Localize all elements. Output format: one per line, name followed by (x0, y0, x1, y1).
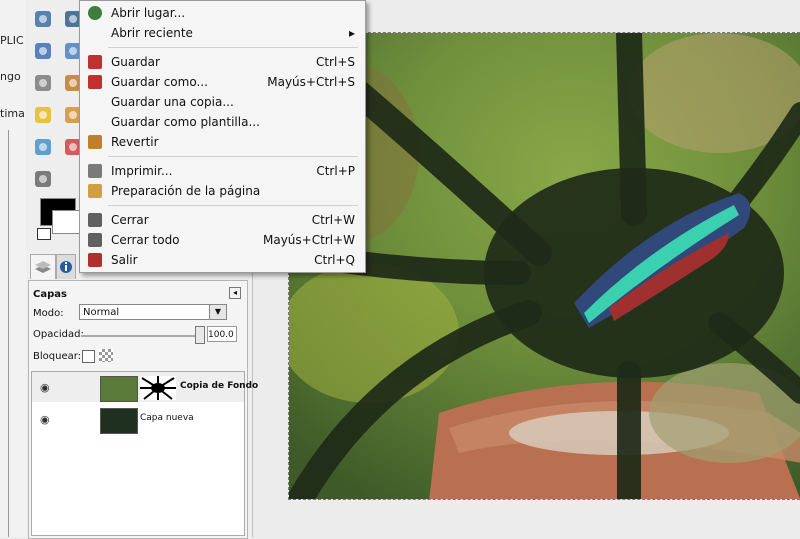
opacity-slider-handle[interactable] (195, 326, 205, 344)
clipped-text-1: PLIC (0, 34, 24, 47)
tab-layers[interactable] (30, 254, 56, 279)
heal-tool-icon (35, 107, 51, 123)
menu-item-label: Revertir (111, 135, 159, 149)
menu-item-label: Guardar como plantilla... (111, 115, 260, 129)
page-setup-icon (88, 184, 102, 198)
color-balance-tool[interactable] (32, 136, 54, 158)
opacity-slider[interactable] (81, 335, 199, 337)
left-clipped-panel: PLIC ngo tima (0, 0, 27, 537)
menu-item-cerrar-todo[interactable]: Cerrar todo Mayús+Ctrl+W (80, 230, 365, 250)
menu-item-preparacion-pagina[interactable]: Preparación de la página (80, 181, 365, 201)
menu-item-abrir-lugar[interactable]: Abrir lugar... (80, 3, 365, 23)
menu-item-label: Preparación de la página (111, 184, 261, 198)
file-menu: Abrir lugar... Abrir reciente ▸ Guardar Ctrl… (79, 0, 366, 273)
menu-item-label: Cerrar todo (111, 233, 180, 247)
panel-menu-button[interactable]: ◂ (229, 287, 241, 299)
menu-item-guardar[interactable]: Guardar Ctrl+S (80, 52, 365, 72)
clone-tool[interactable] (32, 40, 54, 62)
mode-value: Normal (83, 307, 120, 318)
blend-tool[interactable] (32, 72, 54, 94)
layer-name: Capa nueva (140, 413, 194, 423)
menu-item-abrir-reciente[interactable]: Abrir reciente ▸ (80, 23, 365, 43)
layer-list: ◉ Copia de Fondo ◉ Capa nueva (31, 371, 258, 536)
lock-label: Bloquear: (33, 351, 82, 362)
tab-info[interactable] (56, 254, 76, 279)
spiral-tool[interactable] (32, 168, 54, 190)
lock-alpha-icon[interactable] (99, 349, 113, 362)
save-icon (88, 55, 102, 69)
menu-item-cerrar[interactable]: Cerrar Ctrl+W (80, 210, 365, 230)
menu-item-label: Guardar como... (111, 75, 208, 89)
layers-icon (35, 261, 51, 273)
menu-separator (108, 205, 358, 206)
layers-dock: Capas ◂ Modo: Normal ▼ Opacidad: 100.0 B… (26, 250, 258, 539)
layer-thumbnail (100, 408, 138, 434)
heal-tool[interactable] (32, 104, 54, 126)
close-icon (88, 213, 102, 227)
menu-item-shortcut: Mayús+Ctrl+S (267, 75, 355, 89)
color-balance-tool-icon (35, 139, 51, 155)
menu-item-shortcut: Ctrl+W (311, 213, 355, 227)
menu-item-label: Abrir lugar... (111, 6, 186, 20)
menu-item-label: Salir (111, 253, 138, 267)
chevron-down-icon: ▼ (209, 305, 226, 319)
menu-item-revertir[interactable]: Revertir (80, 132, 365, 152)
panel-title: Capas (33, 289, 67, 300)
blend-tool-icon (35, 75, 51, 91)
menu-item-guardar-como[interactable]: Guardar como... Mayús+Ctrl+S (80, 72, 365, 92)
save-as-icon (88, 75, 102, 89)
layer-name: Copia de Fondo (180, 381, 259, 391)
menu-item-shortcut: Ctrl+Q (314, 253, 355, 267)
menu-item-label: Cerrar (111, 213, 149, 227)
spiral-tool-icon (35, 171, 51, 187)
layers-panel: Capas ◂ Modo: Normal ▼ Opacidad: 100.0 B… (28, 280, 258, 539)
globe-icon (88, 6, 102, 20)
lock-pixels-checkbox[interactable] (82, 350, 95, 363)
paths-tool-icon (35, 11, 51, 27)
menu-separator (108, 47, 358, 48)
menu-item-label: Abrir reciente (111, 26, 193, 40)
layer-row[interactable]: ◉ Copia de Fondo (32, 372, 258, 402)
menu-item-shortcut: Ctrl+P (316, 164, 355, 178)
spider-mask-icon (140, 376, 176, 400)
clone-tool-icon (35, 43, 51, 59)
printer-icon (88, 164, 102, 178)
menu-item-label: Guardar una copia... (111, 95, 234, 109)
layer-row[interactable]: ◉ Capa nueva (32, 404, 244, 434)
opacity-value-input[interactable]: 100.0 (207, 326, 237, 342)
clipped-text-2: ngo (0, 70, 21, 83)
menu-separator (108, 156, 358, 157)
mode-select[interactable]: Normal ▼ (79, 304, 227, 320)
menu-item-label: Imprimir... (111, 164, 173, 178)
menu-item-shortcut: Mayús+Ctrl+W (263, 233, 355, 247)
menu-item-imprimir[interactable]: Imprimir... Ctrl+P (80, 161, 365, 181)
menu-item-shortcut: Ctrl+S (315, 55, 355, 69)
close-all-icon (88, 233, 102, 247)
eye-icon[interactable]: ◉ (40, 413, 50, 426)
submenu-arrow-icon: ▸ (348, 26, 355, 40)
menu-item-label: Guardar (111, 55, 160, 69)
revert-icon (88, 135, 102, 149)
paths-tool[interactable] (32, 8, 54, 30)
mode-label: Modo: (33, 308, 64, 319)
menu-item-guardar-copia[interactable]: Guardar una copia... (80, 92, 365, 112)
panel-divider (8, 130, 9, 537)
menu-item-guardar-plantilla[interactable]: Guardar como plantilla... (80, 112, 365, 132)
background-color-swatch[interactable] (52, 210, 80, 234)
menu-item-salir[interactable]: Salir Ctrl+Q (80, 250, 365, 270)
layer-thumbnail (100, 376, 138, 402)
opacity-label: Opacidad: (33, 329, 84, 340)
eye-icon[interactable]: ◉ (40, 381, 50, 394)
quit-icon (88, 253, 102, 267)
default-colors-icon[interactable] (37, 228, 51, 240)
clipped-text-3: tima (0, 107, 25, 120)
info-icon (60, 261, 72, 273)
